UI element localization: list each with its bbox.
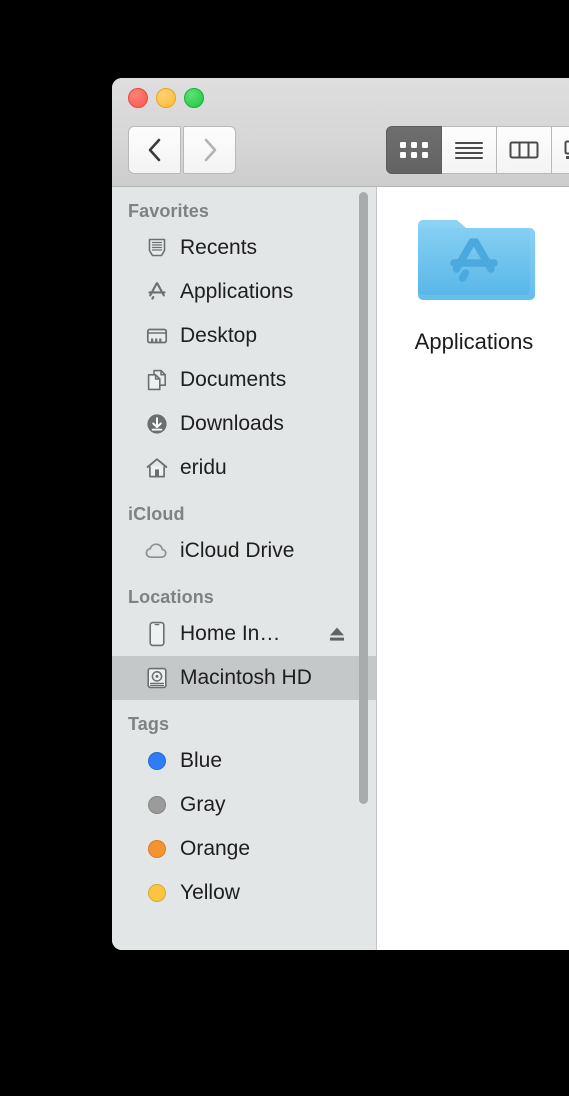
sidebar-item-label: Desktop bbox=[180, 324, 258, 347]
sidebar-item-downloads[interactable]: Downloads bbox=[112, 402, 376, 446]
sidebar-item-label: iCloud Drive bbox=[180, 539, 295, 562]
screen: Favorites Recents Applications Desktop D… bbox=[0, 0, 569, 1096]
file-icon-applications[interactable]: Applications bbox=[389, 211, 559, 355]
forward-button[interactable] bbox=[183, 126, 236, 174]
harddisk-icon bbox=[144, 665, 170, 691]
tag-dot-icon bbox=[144, 748, 170, 774]
sidebar-item-label: Macintosh HD bbox=[180, 666, 312, 689]
applications-folder-icon bbox=[412, 211, 536, 315]
grid-icon bbox=[400, 142, 428, 158]
tag-dot-icon bbox=[144, 792, 170, 818]
sidebar-item-label: Home In… bbox=[180, 622, 281, 645]
navigation-buttons bbox=[128, 126, 236, 174]
chevron-left-icon bbox=[148, 138, 160, 162]
sidebar-item-recents[interactable]: Recents bbox=[112, 226, 376, 270]
sidebar-section-icloud-header: iCloud bbox=[128, 504, 185, 524]
sidebar-scrollbar[interactable] bbox=[359, 192, 368, 804]
sidebar: Favorites Recents Applications Desktop D… bbox=[112, 187, 377, 950]
sidebar-item-macintosh-hd[interactable]: Macintosh HD bbox=[112, 656, 376, 700]
sidebar-item-label: Applications bbox=[180, 280, 294, 303]
sidebar-scroll-area: Favorites Recents Applications Desktop D… bbox=[112, 187, 376, 950]
sidebar-item-label: Orange bbox=[180, 837, 251, 860]
sidebar-item-label: Blue bbox=[180, 749, 223, 772]
iphone-icon bbox=[144, 621, 170, 647]
sidebar-item-tag-gray[interactable]: Gray bbox=[112, 783, 376, 827]
icloud-icon bbox=[144, 538, 170, 564]
close-button[interactable] bbox=[128, 88, 148, 108]
applications-icon bbox=[144, 279, 170, 305]
home-icon bbox=[144, 455, 170, 481]
gallery-view-button[interactable] bbox=[552, 126, 569, 174]
sidebar-item-applications[interactable]: Applications bbox=[112, 270, 376, 314]
sidebar-item-label: eridu bbox=[180, 456, 227, 479]
sidebar-item-label: Gray bbox=[180, 793, 226, 816]
sidebar-section-locations-header: Locations bbox=[128, 587, 214, 607]
recents-icon bbox=[144, 235, 170, 261]
sidebar-item-tag-orange[interactable]: Orange bbox=[112, 827, 376, 871]
sidebar-item-label: Downloads bbox=[180, 412, 284, 435]
columns-icon bbox=[509, 141, 539, 159]
tag-dot-icon bbox=[144, 880, 170, 906]
downloads-icon bbox=[144, 411, 170, 437]
sidebar-item-home-iphone[interactable]: Home In… bbox=[112, 612, 376, 656]
sidebar-item-home[interactable]: eridu bbox=[112, 446, 376, 490]
window-body: Favorites Recents Applications Desktop D… bbox=[112, 187, 569, 950]
view-mode-group bbox=[386, 126, 569, 174]
chevron-right-icon bbox=[204, 138, 216, 162]
list-view-button[interactable] bbox=[442, 126, 497, 174]
file-label: Applications bbox=[414, 329, 534, 354]
minimize-button[interactable] bbox=[156, 88, 176, 108]
desktop-icon bbox=[144, 323, 170, 349]
back-button[interactable] bbox=[128, 126, 181, 174]
column-view-button[interactable] bbox=[497, 126, 552, 174]
window-toolbar bbox=[112, 78, 569, 187]
sidebar-item-tag-yellow[interactable]: Yellow bbox=[112, 871, 376, 915]
list-icon bbox=[455, 142, 483, 159]
icon-view-button[interactable] bbox=[386, 126, 442, 174]
documents-icon bbox=[144, 367, 170, 393]
gallery-icon bbox=[564, 140, 569, 159]
sidebar-item-desktop[interactable]: Desktop bbox=[112, 314, 376, 358]
sidebar-item-label: Recents bbox=[180, 236, 258, 259]
sidebar-item-label: Yellow bbox=[180, 881, 240, 904]
content-area[interactable]: Applications bbox=[377, 187, 569, 950]
sidebar-item-documents[interactable]: Documents bbox=[112, 358, 376, 402]
tag-dot-icon bbox=[144, 836, 170, 862]
sidebar-item-icloud-drive[interactable]: iCloud Drive bbox=[112, 529, 376, 573]
sidebar-item-label: Documents bbox=[180, 368, 287, 391]
sidebar-item-tag-blue[interactable]: Blue bbox=[112, 739, 376, 783]
sidebar-section-favorites-header: Favorites bbox=[128, 201, 209, 221]
finder-window: Favorites Recents Applications Desktop D… bbox=[112, 78, 569, 950]
eject-icon bbox=[330, 627, 344, 641]
zoom-button[interactable] bbox=[184, 88, 204, 108]
traffic-light-group bbox=[128, 88, 204, 108]
sidebar-section-tags-header: Tags bbox=[128, 714, 170, 734]
